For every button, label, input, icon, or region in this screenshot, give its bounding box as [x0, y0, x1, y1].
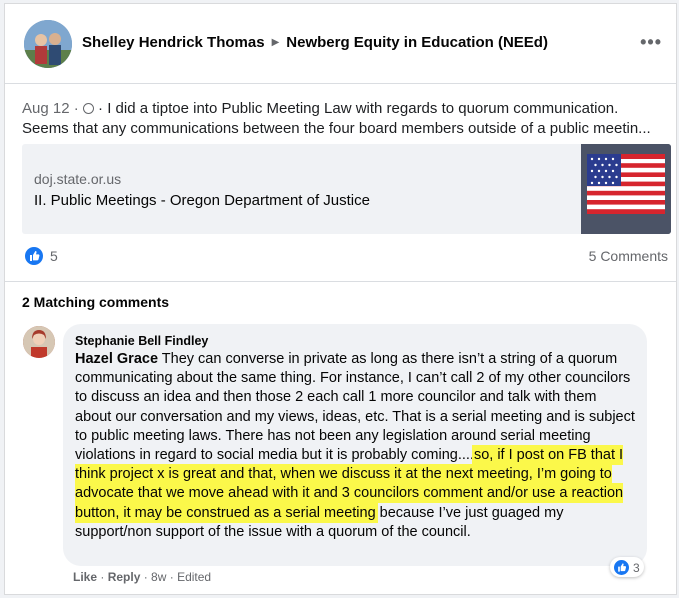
caret-right-icon: ▶ [271, 37, 280, 48]
author-avatar[interactable] [24, 20, 72, 68]
post-text-line1: · I did a tiptoe into Public Meeting Law… [93, 100, 619, 117]
comment-reaction-count: 3 [633, 560, 640, 575]
comment-reactions[interactable]: 3 [610, 557, 644, 577]
group-name[interactable]: Newberg Equity in Education (NEEd) [286, 34, 548, 51]
comment-author[interactable]: Stephanie Bell Findley [75, 334, 635, 348]
author-name[interactable]: Shelley Hendrick Thomas [82, 34, 265, 51]
like-button[interactable]: Like [73, 570, 97, 584]
edited-label[interactable]: Edited [177, 570, 211, 584]
comment-bubble: Stephanie Bell Findley Hazel Grace They … [63, 324, 647, 566]
comment-time[interactable]: 8w [151, 570, 166, 584]
like-count[interactable]: 5 [50, 248, 58, 264]
link-title: II. Public Meetings - Oregon Department … [34, 192, 370, 209]
flag-image [581, 144, 671, 234]
post-header: Shelley Hendrick Thomas ▶ Newberg Equity i… [5, 4, 676, 84]
globe-icon [82, 103, 94, 114]
post-header-line: Shelley Hendrick Thomas ▶ Newberg Equity i… [82, 34, 548, 51]
comment-mention[interactable]: Hazel Grace [75, 351, 158, 367]
post-text-line2: Seems that any communications between th… [22, 120, 651, 137]
comment-actions: Like · Reply · 8w · Edited [73, 570, 212, 584]
like-reaction-icon[interactable] [25, 247, 43, 265]
link-preview-card[interactable]: doj.state.or.us II. Public Meetings - Or… [22, 144, 671, 234]
reactions-bar: 5 5 Comments [5, 240, 676, 282]
comments-count[interactable]: 5 Comments [589, 248, 668, 264]
commenter-avatar[interactable] [23, 326, 55, 358]
link-domain: doj.state.or.us [34, 171, 122, 187]
comment-text: Hazel Grace They can converse in private… [75, 350, 635, 542]
like-reaction-icon [614, 560, 629, 575]
post-card: Shelley Hendrick Thomas ▶ Newberg Equity i… [4, 3, 677, 595]
matching-comments-title: 2 Matching comments [22, 294, 170, 310]
more-options-button[interactable]: ••• [640, 32, 662, 53]
post-text: Aug 12 · · I did a tiptoe into Public Me… [22, 100, 651, 137]
post-date[interactable]: Aug 12 [22, 100, 70, 117]
reply-button[interactable]: Reply [108, 570, 141, 584]
